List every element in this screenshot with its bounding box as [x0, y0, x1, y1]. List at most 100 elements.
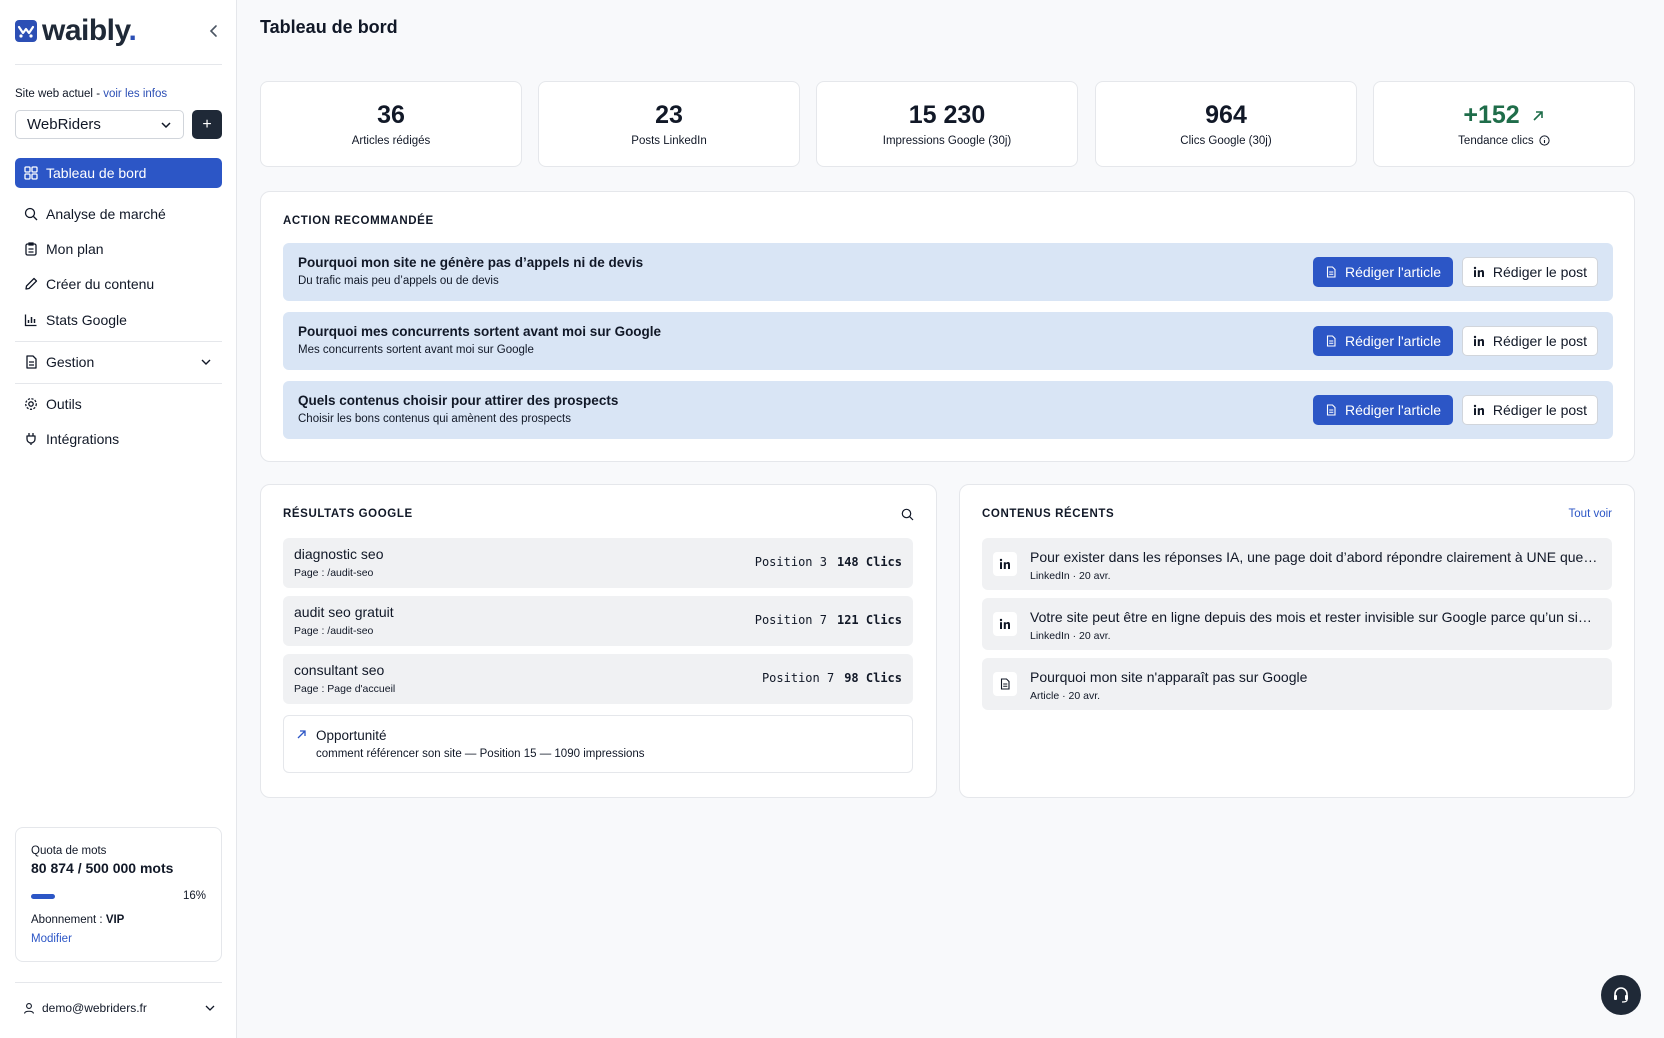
content-meta: Article · 20 avr. [1030, 690, 1101, 702]
write-post-button[interactable]: Rédiger le post [1462, 257, 1598, 287]
dashboard-icon [24, 166, 38, 180]
keyword-row[interactable]: audit seo gratuit Page : /audit-seo Posi… [283, 596, 913, 646]
sidebar-item-label: Analyse de marché [46, 206, 166, 222]
action-item: Pourquoi mes concurrents sortent avant m… [283, 312, 1613, 370]
write-article-button[interactable]: Rédiger l'article [1313, 257, 1453, 287]
quota-progress-fill [31, 894, 55, 899]
action-subtitle: Du trafic mais peu d’appels ou de devis [298, 275, 499, 287]
stat-card-linkedin-posts: 23 Posts LinkedIn [538, 81, 800, 167]
action-subtitle: Mes concurrents sortent avant moi sur Go… [298, 344, 534, 356]
card-title: RÉSULTATS GOOGLE [283, 508, 413, 520]
subscription-info: Abonnement : VIP [31, 914, 125, 926]
content-meta: LinkedIn · 20 avr. [1030, 570, 1111, 582]
card-title: ACTION RECOMMANDÉE [283, 215, 434, 227]
sidebar-item-tools[interactable]: Outils [15, 389, 222, 419]
google-results-card: RÉSULTATS GOOGLE diagnostic seo Page : /… [260, 484, 937, 798]
stat-value: 964 [1205, 101, 1247, 129]
keyword: diagnostic seo [294, 546, 384, 562]
sidebar-item-label: Créer du contenu [46, 276, 155, 292]
content-title: Votre site peut être en ligne depuis des… [1030, 609, 1600, 625]
write-article-button[interactable]: Rédiger l'article [1313, 326, 1453, 356]
document-icon [26, 355, 37, 369]
document-icon [1326, 266, 1336, 278]
site-info-link[interactable]: voir les infos [103, 88, 167, 100]
sidebar-item-market-analysis[interactable]: Analyse de marché [15, 199, 222, 229]
linkedin-icon [993, 552, 1017, 576]
see-all-link[interactable]: Tout voir [1569, 508, 1612, 520]
clipboard-icon [25, 242, 37, 256]
write-article-button[interactable]: Rédiger l'article [1313, 395, 1453, 425]
gear-icon [25, 398, 37, 410]
page-title: Tableau de bord [260, 17, 398, 37]
opportunity-box[interactable]: Opportunité comment référencer son site … [283, 715, 913, 773]
divider [15, 341, 222, 342]
divider [15, 383, 222, 384]
stat-card-clicks: 964 Clics Google (30j) [1095, 81, 1357, 167]
plug-icon [26, 433, 36, 445]
stat-card-impressions: 15 230 Impressions Google (30j) [816, 81, 1078, 167]
chevron-down-icon [201, 359, 211, 365]
sidebar-item-gestion[interactable]: Gestion [15, 347, 222, 377]
opportunity-detail: comment référencer son site — Position 1… [316, 748, 645, 760]
user-menu[interactable]: demo@webriders.fr [15, 997, 222, 1019]
content-meta: LinkedIn · 20 avr. [1030, 630, 1111, 642]
quota-progress-bar [31, 894, 181, 899]
keyword: audit seo gratuit [294, 604, 394, 620]
logo[interactable]: waibly. [15, 14, 222, 48]
sidebar-item-integrations[interactable]: Intégrations [15, 424, 222, 454]
chevron-down-icon [205, 1005, 215, 1011]
stat-label: Clics Google (30j) [1180, 135, 1272, 147]
sidebar-item-stats-google[interactable]: Stats Google [15, 305, 222, 335]
info-icon[interactable] [1539, 135, 1550, 147]
sidebar: waibly. Site web actuel - voir les infos… [0, 0, 237, 1038]
keyword-page: Page : /audit-seo [294, 567, 374, 579]
stat-label: Articles rédigés [351, 135, 431, 147]
quota-value: 80 874 / 500 000 mots [31, 860, 174, 876]
document-icon [1326, 404, 1336, 416]
keyword-metrics: Position 3 148 Clics [754, 555, 902, 569]
write-post-button[interactable]: Rédiger le post [1462, 326, 1598, 356]
stat-card-click-trend: +152 Tendance clics [1373, 81, 1635, 167]
stat-label: Posts LinkedIn [631, 135, 707, 147]
keyword-row[interactable]: diagnostic seo Page : /audit-seo Positio… [283, 538, 913, 588]
action-item: Pourquoi mon site ne génère pas d’appels… [283, 243, 1613, 301]
arrow-up-right-icon [1533, 111, 1543, 121]
recommended-actions-card: ACTION RECOMMANDÉE Pourquoi mon site ne … [260, 191, 1635, 462]
sidebar-item-label: Tableau de bord [46, 165, 147, 181]
logo-text: waibly. [42, 14, 137, 47]
action-subtitle: Choisir les bons contenus qui amènent de… [298, 413, 571, 425]
write-post-button[interactable]: Rédiger le post [1462, 395, 1598, 425]
linkedin-icon [1473, 335, 1484, 346]
search-icon[interactable] [901, 508, 914, 521]
content-title: Pour exister dans les réponses IA, une p… [1030, 549, 1600, 565]
linkedin-icon [993, 612, 1017, 636]
recent-content-item[interactable]: Pour exister dans les réponses IA, une p… [982, 538, 1612, 590]
recent-content-card: CONTENUS RÉCENTS Tout voir Pour exister … [959, 484, 1635, 798]
sidebar-item-label: Gestion [46, 354, 95, 370]
recent-content-item[interactable]: Pourquoi mon site n'apparaît pas sur Goo… [982, 658, 1612, 710]
action-title: Pourquoi mon site ne génère pas d’appels… [298, 255, 644, 270]
sidebar-item-plan[interactable]: Mon plan [15, 234, 222, 264]
add-site-button[interactable]: + [192, 110, 222, 139]
support-chat-button[interactable] [1601, 975, 1641, 1015]
keyword-metrics: Position 7 98 Clics [761, 671, 902, 685]
sidebar-item-create-content[interactable]: Créer du contenu [15, 269, 222, 299]
user-email: demo@webriders.fr [42, 1001, 147, 1015]
card-title: CONTENUS RÉCENTS [982, 508, 1115, 520]
word-quota-card: Quota de mots 80 874 / 500 000 mots 16% … [15, 827, 222, 962]
collapse-sidebar-icon[interactable] [206, 23, 222, 39]
action-title: Quels contenus choisir pour attirer des … [298, 393, 619, 408]
keyword-row[interactable]: consultant seo Page : Page d'accueil Pos… [283, 654, 913, 704]
divider [15, 64, 222, 65]
site-select-value: WebRiders [27, 116, 101, 133]
document-icon [1326, 335, 1336, 347]
recent-content-item[interactable]: Votre site peut être en ligne depuis des… [982, 598, 1612, 650]
sidebar-item-dashboard[interactable]: Tableau de bord [15, 158, 222, 188]
stat-label: Impressions Google (30j) [882, 135, 1012, 147]
sidebar-item-label: Outils [46, 396, 82, 412]
pencil-icon [25, 277, 38, 290]
stat-value: 15 230 [908, 101, 986, 129]
modify-subscription-link[interactable]: Modifier [31, 933, 72, 945]
stat-label: Tendance clics [1374, 135, 1634, 147]
site-select[interactable]: WebRiders [15, 110, 184, 139]
